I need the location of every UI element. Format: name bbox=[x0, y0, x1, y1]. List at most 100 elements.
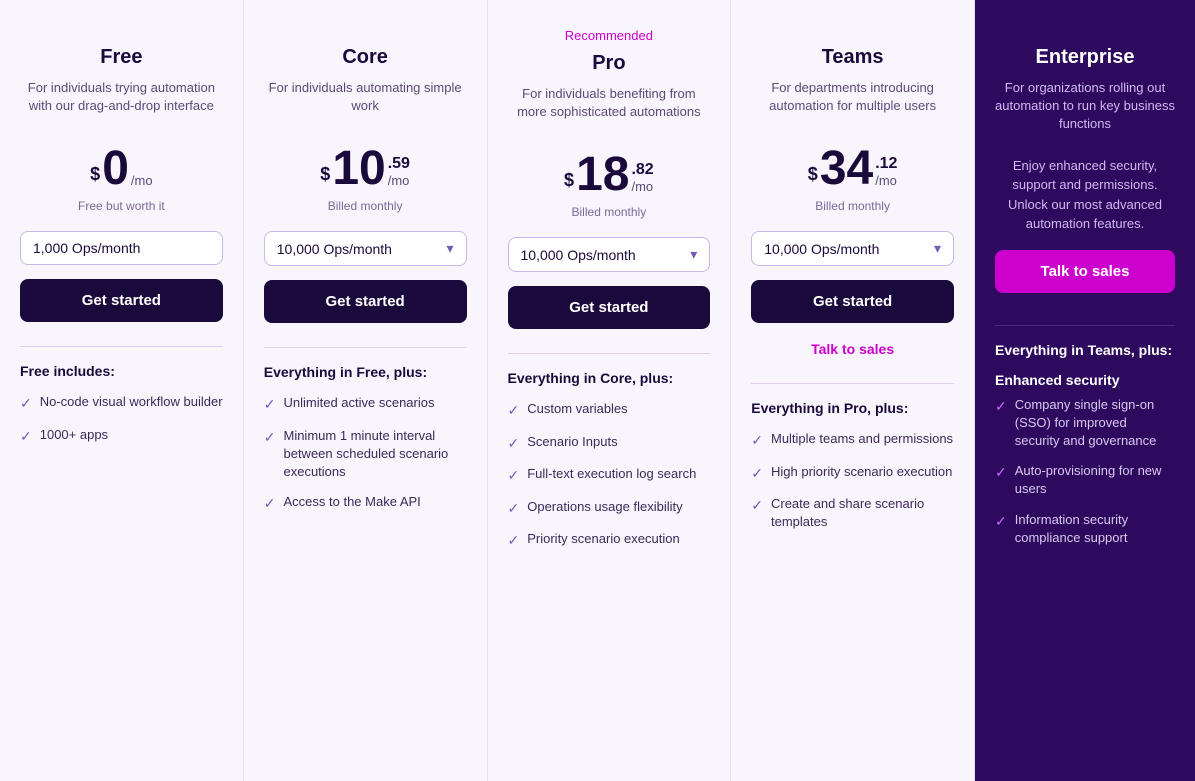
core-feature-list: ✓ Unlimited active scenarios ✓ Minimum 1… bbox=[264, 394, 467, 514]
teams-dollar: $ bbox=[808, 164, 818, 185]
check-icon: ✓ bbox=[20, 394, 32, 414]
pro-plan-desc: For individuals benefiting from more sop… bbox=[508, 85, 711, 137]
teams-ops-selector[interactable]: 10,000 Ops/month ▾ bbox=[751, 231, 954, 266]
core-price-main: 10 bbox=[332, 145, 385, 193]
check-icon: ✓ bbox=[264, 428, 276, 448]
teams-price-cents: .12 bbox=[875, 154, 897, 173]
list-item: ✓ No-code visual workflow builder bbox=[20, 393, 223, 414]
enterprise-plan-desc: For organizations rolling out automation… bbox=[995, 79, 1175, 134]
pro-ops-selector[interactable]: 10,000 Ops/month ▾ bbox=[508, 237, 711, 272]
list-item: ✓ Custom variables bbox=[508, 400, 711, 421]
recommended-badge: Recommended bbox=[508, 28, 711, 46]
pro-price-main: 18 bbox=[576, 151, 629, 199]
free-price-main: 0 bbox=[102, 145, 129, 193]
list-item: ✓ Multiple teams and permissions bbox=[751, 430, 954, 451]
feature-text: Scenario Inputs bbox=[527, 433, 617, 451]
check-icon: ✓ bbox=[995, 463, 1007, 483]
feature-text: Access to the Make API bbox=[283, 493, 420, 511]
chevron-down-icon: ▾ bbox=[690, 246, 697, 263]
enterprise-features-title: Everything in Teams, plus: bbox=[995, 342, 1175, 358]
core-price-cents: .59 bbox=[388, 154, 410, 173]
check-icon: ✓ bbox=[508, 401, 520, 421]
core-dollar: $ bbox=[320, 164, 330, 185]
teams-features-title: Everything in Pro, plus: bbox=[751, 400, 954, 416]
pro-features-title: Everything in Core, plus: bbox=[508, 370, 711, 386]
list-item: ✓ 1000+ apps bbox=[20, 426, 223, 447]
list-item: ✓ Full-text execution log search bbox=[508, 465, 711, 486]
pro-price-cents: .82 bbox=[631, 160, 653, 179]
teams-price-block: .12 /mo bbox=[875, 154, 897, 193]
feature-text: Auto-provisioning for new users bbox=[1015, 462, 1175, 498]
list-item: ✓ Company single sign-on (SSO) for impro… bbox=[995, 396, 1175, 451]
core-get-started-button[interactable]: Get started bbox=[264, 280, 467, 323]
pro-price-area: $ 18 .82 /mo bbox=[508, 151, 711, 199]
plan-teams: Teams For departments introducing automa… bbox=[731, 0, 975, 781]
free-plan-desc: For individuals trying automation with o… bbox=[20, 79, 223, 131]
list-item: ✓ Operations usage flexibility bbox=[508, 498, 711, 519]
feature-text: Multiple teams and permissions bbox=[771, 430, 953, 448]
check-icon: ✓ bbox=[751, 464, 763, 484]
core-price-block: .59 /mo bbox=[388, 154, 410, 193]
list-item: ✓ High priority scenario execution bbox=[751, 463, 954, 484]
list-item: ✓ Information security compliance suppor… bbox=[995, 511, 1175, 547]
pro-get-started-button[interactable]: Get started bbox=[508, 286, 711, 329]
check-icon: ✓ bbox=[508, 499, 520, 519]
enterprise-divider bbox=[995, 325, 1175, 326]
pricing-container: Free For individuals trying automation w… bbox=[0, 0, 1195, 781]
chevron-down-icon: ▾ bbox=[446, 240, 453, 257]
teams-get-started-button[interactable]: Get started bbox=[751, 280, 954, 323]
feature-text: High priority scenario execution bbox=[771, 463, 952, 481]
feature-text: Priority scenario execution bbox=[527, 530, 679, 548]
check-icon: ✓ bbox=[508, 466, 520, 486]
core-price-per: /mo bbox=[388, 173, 410, 189]
check-icon: ✓ bbox=[20, 427, 32, 447]
list-item: ✓ Minimum 1 minute interval between sche… bbox=[264, 427, 467, 482]
list-item: ✓ Scenario Inputs bbox=[508, 433, 711, 454]
plan-pro: Recommended Pro For individuals benefiti… bbox=[488, 0, 732, 781]
feature-text: Unlimited active scenarios bbox=[283, 394, 434, 412]
feature-text: Full-text execution log search bbox=[527, 465, 696, 483]
plan-enterprise: Enterprise For organizations rolling out… bbox=[975, 0, 1195, 781]
feature-text: Custom variables bbox=[527, 400, 627, 418]
list-item: ✓ Access to the Make API bbox=[264, 493, 467, 514]
list-item: ✓ Unlimited active scenarios bbox=[264, 394, 467, 415]
core-ops-selector[interactable]: 10,000 Ops/month ▾ bbox=[264, 231, 467, 266]
enterprise-feature-list: ✓ Company single sign-on (SSO) for impro… bbox=[995, 396, 1175, 547]
free-ops-value: 1,000 Ops/month bbox=[33, 240, 140, 256]
enterprise-security-title: Enhanced security bbox=[995, 372, 1175, 388]
enterprise-talk-sales-button[interactable]: Talk to sales bbox=[995, 250, 1175, 293]
list-item: ✓ Create and share scenario templates bbox=[751, 495, 954, 531]
check-icon: ✓ bbox=[995, 397, 1007, 417]
teams-plan-name: Teams bbox=[751, 46, 954, 69]
feature-text: Company single sign-on (SSO) for improve… bbox=[1015, 396, 1175, 451]
free-get-started-button[interactable]: Get started bbox=[20, 279, 223, 322]
pro-price-block: .82 /mo bbox=[631, 160, 653, 199]
core-ops-value: 10,000 Ops/month bbox=[277, 241, 392, 257]
pro-feature-list: ✓ Custom variables ✓ Scenario Inputs ✓ F… bbox=[508, 400, 711, 551]
teams-talk-sales-link[interactable]: Talk to sales bbox=[751, 331, 954, 367]
list-item: ✓ Priority scenario execution bbox=[508, 530, 711, 551]
check-icon: ✓ bbox=[751, 431, 763, 451]
pro-dollar: $ bbox=[564, 170, 574, 191]
teams-price-area: $ 34 .12 /mo bbox=[751, 145, 954, 193]
pro-divider bbox=[508, 353, 711, 354]
feature-text: Minimum 1 minute interval between schedu… bbox=[283, 427, 466, 482]
free-ops-selector: 1,000 Ops/month bbox=[20, 231, 223, 265]
pro-plan-name: Pro bbox=[508, 52, 711, 75]
feature-text: Create and share scenario templates bbox=[771, 495, 954, 531]
core-plan-desc: For individuals automating simple work bbox=[264, 79, 467, 131]
enterprise-enhanced-desc: Enjoy enhanced security, support and per… bbox=[995, 156, 1175, 234]
core-divider bbox=[264, 347, 467, 348]
free-price-block: /mo bbox=[131, 173, 153, 193]
core-plan-name: Core bbox=[264, 46, 467, 69]
chevron-down-icon: ▾ bbox=[934, 240, 941, 257]
teams-price-main: 34 bbox=[820, 145, 873, 193]
core-features-title: Everything in Free, plus: bbox=[264, 364, 467, 380]
teams-plan-desc: For departments introducing automation f… bbox=[751, 79, 954, 131]
teams-billing-note: Billed monthly bbox=[751, 199, 954, 217]
free-feature-list: ✓ No-code visual workflow builder ✓ 1000… bbox=[20, 393, 223, 446]
free-dollar: $ bbox=[90, 164, 100, 185]
check-icon: ✓ bbox=[508, 434, 520, 454]
free-divider bbox=[20, 346, 223, 347]
check-icon: ✓ bbox=[751, 496, 763, 516]
